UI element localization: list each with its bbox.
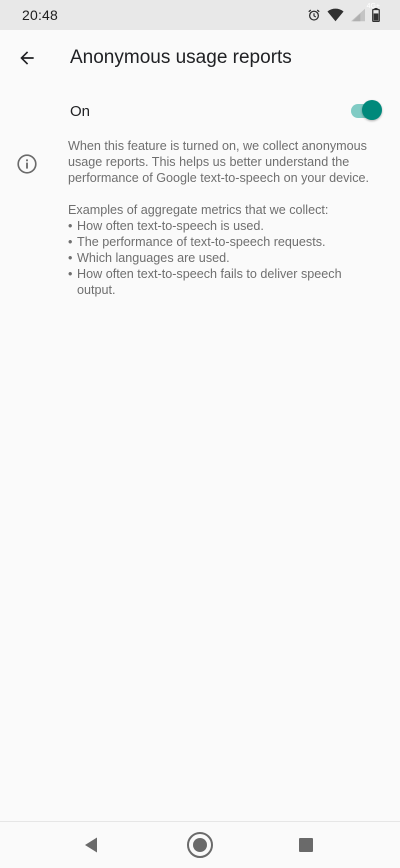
cellular-signal-icon [350, 8, 366, 22]
app-bar: Anonymous usage reports [0, 30, 400, 86]
metrics-list: How often text-to-speech is used. The pe… [68, 218, 378, 298]
page-title: Anonymous usage reports [70, 47, 292, 68]
nav-recents-icon[interactable] [298, 837, 314, 853]
info-description: When this feature is turned on, we colle… [68, 138, 378, 298]
info-icon [17, 154, 37, 174]
nav-back-icon[interactable] [82, 835, 102, 855]
metrics-intro: Examples of aggregate metrics that we co… [68, 203, 329, 217]
metric-item: Which languages are used. [68, 250, 378, 266]
usage-reports-toggle-row[interactable]: On [0, 92, 400, 130]
wifi-icon [327, 8, 344, 22]
toggle-label: On [70, 103, 91, 120]
switch-thumb [362, 100, 382, 120]
metric-item: How often text-to-speech is used. [68, 218, 378, 234]
nav-home-icon[interactable] [186, 831, 214, 859]
alarm-icon [307, 8, 321, 22]
metrics-block: Examples of aggregate metrics that we co… [68, 202, 378, 218]
metric-item: How often text-to-speech fails to delive… [68, 266, 378, 298]
usage-reports-switch[interactable] [349, 100, 383, 122]
status-time: 20:48 [22, 7, 59, 23]
arrow-back-icon [20, 51, 34, 65]
status-bar: 20:48 4G+ [0, 0, 400, 30]
feature-description: When this feature is turned on, we colle… [68, 139, 370, 185]
system-nav-bar [0, 821, 400, 868]
battery-icon [372, 8, 380, 22]
back-button[interactable] [11, 42, 43, 74]
network-type-label: 4G+ [366, 3, 380, 10]
metric-item: The performance of text-to-speech reques… [68, 234, 378, 250]
